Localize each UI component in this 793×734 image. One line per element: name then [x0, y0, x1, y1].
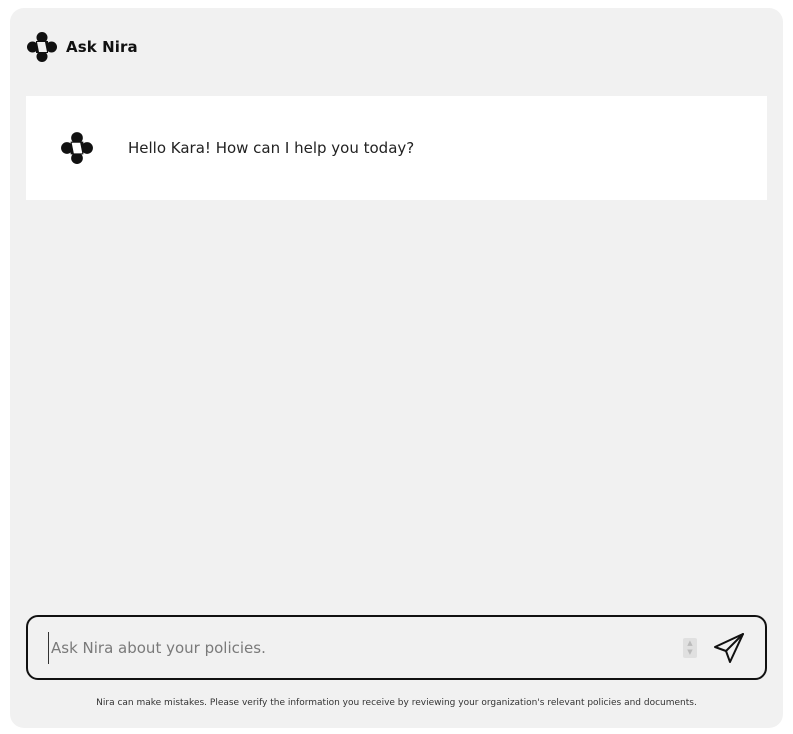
composer: ▲ ▼	[26, 615, 767, 680]
paper-plane-icon	[714, 632, 744, 663]
nira-logo-icon	[27, 32, 57, 62]
assistant-message: Hello Kara! How can I help you today?	[26, 96, 767, 200]
query-input[interactable]	[48, 631, 683, 664]
spinner-up-icon[interactable]: ▲	[687, 639, 692, 648]
app-title: Ask Nira	[66, 38, 138, 56]
chat-header: Ask Nira	[26, 31, 138, 63]
spinner-down-icon[interactable]: ▼	[687, 648, 692, 657]
nira-logo-icon	[61, 132, 93, 164]
send-button[interactable]	[711, 630, 747, 666]
spinner-arrows-icon[interactable]: ▲ ▼	[683, 637, 697, 658]
left-edge-mark	[0, 408, 3, 420]
message-text: Hello Kara! How can I help you today?	[128, 139, 415, 157]
disclaimer-text: Nira can make mistakes. Please verify th…	[96, 698, 697, 708]
chat-panel: Ask Nira Hello Kara! How can I help you …	[10, 8, 783, 728]
